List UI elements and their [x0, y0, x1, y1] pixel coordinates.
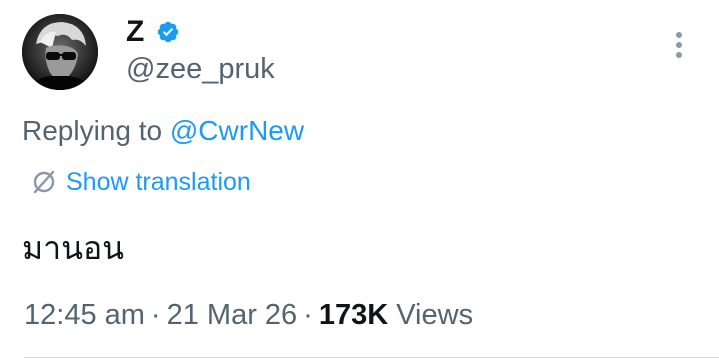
tweet-meta: 12:45 am · 21 Mar 26 · 173K Views: [24, 296, 473, 334]
tweet-time[interactable]: 12:45 am: [24, 299, 145, 331]
divider: [24, 357, 719, 358]
display-name[interactable]: Z: [126, 14, 144, 50]
reply-mention-link[interactable]: @CwrNew: [170, 115, 304, 146]
views-count[interactable]: 173K: [319, 299, 388, 331]
replying-to: Replying to @CwrNew: [22, 113, 304, 149]
replying-to-label: Replying to: [22, 115, 170, 146]
meta-separator: ·: [303, 299, 313, 331]
show-translation-button[interactable]: Show translation: [30, 166, 251, 198]
tweet-date[interactable]: 21 Mar 26: [167, 299, 298, 331]
translate-icon: [33, 170, 55, 194]
more-options-icon[interactable]: [664, 26, 694, 64]
meta-separator: ·: [150, 299, 161, 331]
tweet-text: มานอน: [22, 229, 125, 267]
verified-badge-icon: [157, 21, 179, 43]
views-label: Views: [396, 299, 474, 331]
show-translation-label: Show translation: [66, 167, 251, 196]
avatar[interactable]: [22, 14, 98, 90]
handle[interactable]: @zee_pruk: [126, 52, 275, 86]
